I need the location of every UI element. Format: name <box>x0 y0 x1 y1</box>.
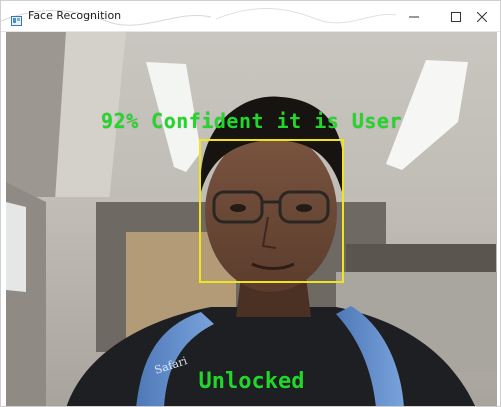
window-title: Face Recognition <box>28 9 122 22</box>
minimize-button[interactable] <box>393 1 435 31</box>
status-label: Unlocked <box>198 369 305 394</box>
close-icon <box>476 7 487 26</box>
minimize-icon <box>409 7 419 26</box>
camera-feed: Safari 92% Confident it is User Unlocked <box>6 32 497 406</box>
title-bar[interactable]: Face Recognition <box>1 1 500 32</box>
close-button[interactable] <box>463 1 500 31</box>
face-detection-box <box>199 139 344 283</box>
maximize-icon <box>451 7 461 26</box>
app-icon <box>11 11 22 26</box>
confidence-label: 92% Confident it is User <box>101 109 402 133</box>
face-recognition-window: Face Recognition Safari 92% Confident it… <box>0 0 501 407</box>
